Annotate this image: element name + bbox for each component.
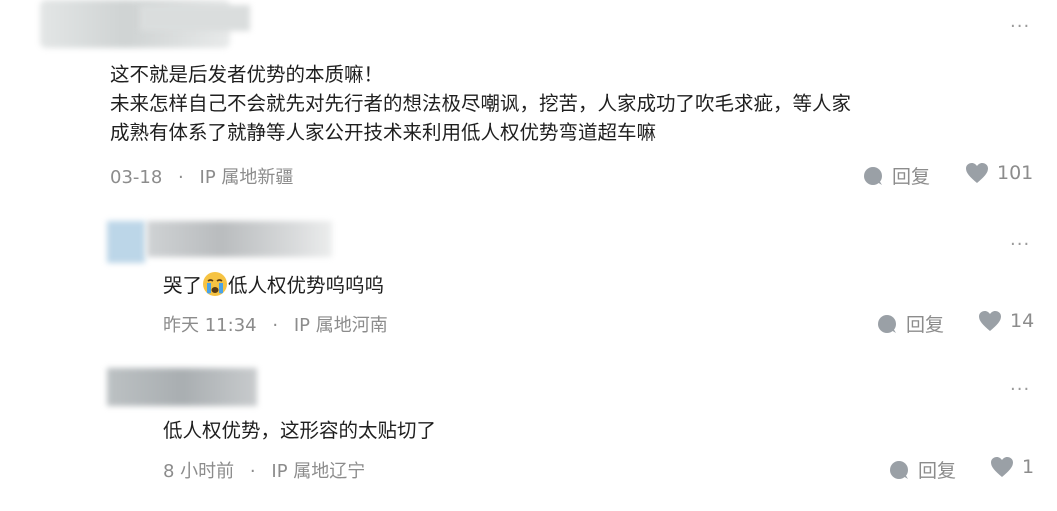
- comment-bubble-icon: [890, 460, 908, 479]
- reply-label: 回复: [892, 166, 931, 188]
- more-options-icon[interactable]: ···: [1010, 234, 1030, 255]
- comment-line: 未来怎样自己不会就先对先行者的想法极尽嘲讽，挖苦，人家成功了吹毛求疵，等人家: [110, 92, 852, 115]
- heart-icon: [966, 163, 988, 183]
- comment-meta: 8 小时前 · IP 属地辽宁: [163, 457, 365, 483]
- comment-ip: IP 属地河南: [293, 315, 388, 336]
- comment-time: 昨天 11:34: [163, 315, 257, 336]
- meta-separator: ·: [249, 461, 256, 482]
- more-options-icon[interactable]: ···: [1010, 379, 1030, 400]
- more-options-icon[interactable]: ···: [1010, 16, 1030, 37]
- comment-ip: IP 属地辽宁: [271, 461, 366, 482]
- comment-line: 这不就是后发者优势的本质嘛！: [110, 63, 384, 86]
- reply-label: 回复: [906, 314, 945, 336]
- comment-bubble-icon: [864, 166, 882, 185]
- like-count: 1: [1022, 456, 1035, 478]
- blurred-avatar-3: [107, 368, 257, 406]
- comment-line: 成熟有体系了就静等人家公开技术来利用低人权优势弯道超车嘛: [110, 121, 657, 144]
- comment-meta: 03-18 · IP 属地新疆: [110, 163, 293, 189]
- comment-text: 这不就是后发者优势的本质嘛！ 未来怎样自己不会就先对先行者的想法极尽嘲讽，挖苦，…: [110, 60, 851, 147]
- meta-separator: ·: [178, 167, 184, 188]
- comment-ip: IP 属地新疆: [199, 167, 294, 188]
- blurred-username-1: [140, 5, 250, 31]
- meta-separator: ·: [272, 315, 279, 336]
- comment-time: 8 小时前: [163, 461, 235, 482]
- blurred-avatar-2: [107, 221, 145, 263]
- comment-text-after: 低人权优势呜呜呜: [228, 274, 385, 297]
- like-button[interactable]: 101: [965, 162, 1033, 184]
- like-count: 14: [1010, 310, 1035, 332]
- comment-text: 低人权优势，这形容的太贴切了: [163, 419, 437, 442]
- crying-face-icon: [203, 272, 228, 296]
- heart-icon: [979, 311, 1001, 331]
- comment-text: 哭了 低人权优势呜呜呜: [163, 271, 384, 300]
- heart-icon: [991, 457, 1013, 477]
- like-count: 101: [997, 162, 1034, 184]
- reply-button[interactable]: 回复: [862, 162, 930, 189]
- like-button[interactable]: 14: [978, 310, 1034, 332]
- comment-time: 03-18: [110, 167, 163, 188]
- comment-text-before: 哭了: [163, 274, 203, 297]
- comment-meta: 昨天 11:34 · IP 属地河南: [163, 311, 388, 337]
- blurred-username-2: [147, 221, 332, 257]
- reply-button[interactable]: 回复: [876, 310, 944, 337]
- reply-button[interactable]: 回复: [888, 456, 956, 483]
- like-button[interactable]: 1: [990, 456, 1034, 478]
- reply-label: 回复: [918, 460, 957, 482]
- comment-bubble-icon: [878, 314, 896, 333]
